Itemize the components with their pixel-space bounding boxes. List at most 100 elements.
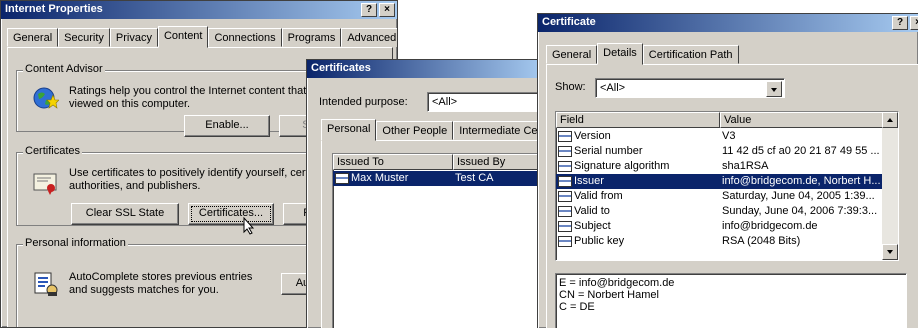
tab-privacy[interactable]: Privacy — [109, 28, 158, 47]
tab-security[interactable]: Security — [58, 28, 110, 47]
autocomplete-icon — [33, 271, 59, 300]
tab-general[interactable]: General — [546, 45, 598, 64]
show-combo[interactable]: <All> — [595, 78, 785, 98]
show-label: Show: — [555, 81, 586, 93]
certificate-icon — [335, 173, 349, 184]
table-row[interactable]: Valid to Sunday, June 04, 2006 7:39:3... — [556, 204, 882, 219]
tab-certification-path[interactable]: Certification Path — [642, 45, 739, 64]
ip-tab-strip: General Security Privacy Content Connect… — [7, 26, 397, 48]
field-value-cell: info@bridgecom.de — [722, 220, 818, 232]
field-value-cell: Saturday, June 04, 2005 1:39... — [722, 190, 875, 202]
certificate-field-icon — [558, 176, 572, 187]
field-name-cell: Version — [574, 130, 611, 142]
field-value-cell: V3 — [722, 130, 736, 142]
close-button[interactable]: × — [910, 16, 918, 30]
field-value-cell: 11 42 d5 cf a0 20 21 87 49 55 ... — [722, 145, 880, 157]
table-row[interactable]: Issuer info@bridgecom.de, Norbert H... — [556, 174, 882, 189]
intended-purpose-combo[interactable]: <All> — [427, 92, 543, 112]
fields-scrollbar[interactable] — [882, 112, 898, 260]
field-name-cell: Signature algorithm — [574, 160, 670, 172]
column-value[interactable]: Value — [720, 112, 884, 128]
autocomplete-text-1: AutoComplete stores previous entries — [69, 271, 253, 283]
tab-advanced[interactable]: Advanced — [341, 28, 397, 47]
certificates-text-1: Use certificates to positively identify … — [69, 167, 312, 179]
column-issued-by[interactable]: Issued By — [453, 154, 543, 170]
content-advisor-text-2: viewed on this computer. — [69, 98, 191, 110]
mouse-cursor-icon — [243, 216, 255, 238]
tab-other-people[interactable]: Other People — [376, 121, 454, 140]
certificates-tab-strip: Personal Other People Intermediate Certi… — [321, 119, 543, 141]
field-name-cell: Public key — [574, 235, 625, 247]
certificate-field-icon — [558, 221, 572, 232]
certificate-field-icon — [558, 131, 572, 142]
table-row[interactable]: Signature algorithm sha1RSA — [556, 159, 882, 174]
certificate-icon — [33, 173, 59, 198]
content-advisor-title: Content Advisor — [23, 63, 105, 75]
certificate-tab-strip: General Details Certification Path — [546, 43, 739, 65]
help-button[interactable]: ? — [361, 3, 377, 17]
window-title: Internet Properties — [5, 3, 103, 15]
personal-tab-page: Issued To Issued By Max Muster Test CA — [321, 140, 543, 328]
field-value-cell: sha1RSA — [722, 160, 769, 172]
detail-line: C = DE — [559, 301, 595, 313]
field-value-cell: RSA (2048 Bits) — [722, 235, 801, 247]
field-name-cell: Valid to — [574, 205, 610, 217]
field-name-cell: Valid from — [574, 190, 623, 202]
table-row[interactable]: Subject info@bridgecom.de — [556, 219, 882, 234]
table-row[interactable]: Max Muster Test CA — [333, 171, 543, 186]
tab-connections[interactable]: Connections — [208, 28, 282, 47]
window-title: Certificate — [542, 16, 596, 28]
internet-properties-titlebar[interactable]: Internet Properties ? × — [1, 1, 397, 19]
table-row[interactable]: Valid from Saturday, June 04, 2005 1:39..… — [556, 189, 882, 204]
certificates-title: Certificates — [23, 145, 83, 157]
table-row[interactable]: Public key RSA (2048 Bits) — [556, 234, 882, 249]
table-row[interactable]: Serial number 11 42 d5 cf a0 20 21 87 49 … — [556, 144, 882, 159]
chevron-down-icon[interactable] — [766, 81, 782, 97]
show-value: <All> — [600, 82, 626, 94]
close-button[interactable]: × — [379, 3, 395, 17]
tab-intermediate[interactable]: Intermediate Certif — [453, 121, 543, 140]
autocomplete-text-2: and suggests matches for you. — [69, 284, 219, 296]
column-issued-to[interactable]: Issued To — [333, 154, 453, 170]
intended-purpose-value: <All> — [432, 96, 458, 108]
column-field[interactable]: Field — [556, 112, 720, 128]
field-value-cell: info@bridgecom.de, Norbert H... — [722, 175, 881, 187]
scroll-up-icon[interactable] — [882, 112, 898, 128]
certificate-field-icon — [558, 191, 572, 202]
help-button[interactable]: ? — [892, 16, 908, 30]
certificate-field-icon — [558, 206, 572, 217]
certificate-list[interactable]: Issued To Issued By Max Muster Test CA — [332, 153, 543, 328]
enable-button[interactable]: Enable... — [184, 115, 270, 137]
certificate-field-icon — [558, 161, 572, 172]
tab-details[interactable]: Details — [597, 43, 643, 65]
certificate-window: Certificate ? × General Details Certific… — [537, 13, 918, 328]
tab-personal[interactable]: Personal — [321, 119, 377, 141]
fields-list[interactable]: Field Value Version V3 Serial number 11 42 … — [555, 111, 899, 261]
certificates-button[interactable]: Certificates... — [188, 203, 274, 225]
content-advisor-icon — [33, 85, 60, 114]
details-tab-page: Show: <All> Field Value Version V3 Serial … — [546, 64, 918, 328]
field-detail-box[interactable]: E = info@bridgecom.de CN = Norbert Hamel… — [555, 273, 907, 328]
field-name-cell: Subject — [574, 220, 611, 232]
content-advisor-text-1: Ratings help you control the Internet co… — [69, 85, 307, 97]
field-rows: Version V3 Serial number 11 42 d5 cf a0 20 … — [556, 129, 882, 260]
issued-to-cell: Max Muster — [351, 172, 409, 184]
tab-programs[interactable]: Programs — [281, 28, 342, 47]
certificates-text-2: authorities, and publishers. — [69, 180, 201, 192]
scroll-down-icon[interactable] — [882, 244, 898, 260]
certificate-titlebar[interactable]: Certificate ? × — [538, 14, 918, 32]
field-value-cell: Sunday, June 04, 2006 7:39:3... — [722, 205, 878, 217]
field-name-cell: Serial number — [574, 145, 643, 157]
field-name-cell: Issuer — [574, 175, 604, 187]
intended-purpose-label: Intended purpose: — [319, 96, 408, 108]
clear-ssl-state-button[interactable]: Clear SSL State — [71, 203, 179, 225]
certificate-field-icon — [558, 236, 572, 247]
certificate-field-icon — [558, 146, 572, 157]
tab-general[interactable]: General — [7, 28, 59, 47]
certificates-titlebar[interactable]: Certificates — [307, 60, 543, 78]
certificates-window: Certificates Intended purpose: <All> Per… — [306, 59, 544, 328]
window-title: Certificates — [311, 62, 371, 74]
table-row[interactable]: Version V3 — [556, 129, 882, 144]
tab-content[interactable]: Content — [157, 26, 209, 48]
personal-information-title: Personal information — [23, 237, 128, 249]
